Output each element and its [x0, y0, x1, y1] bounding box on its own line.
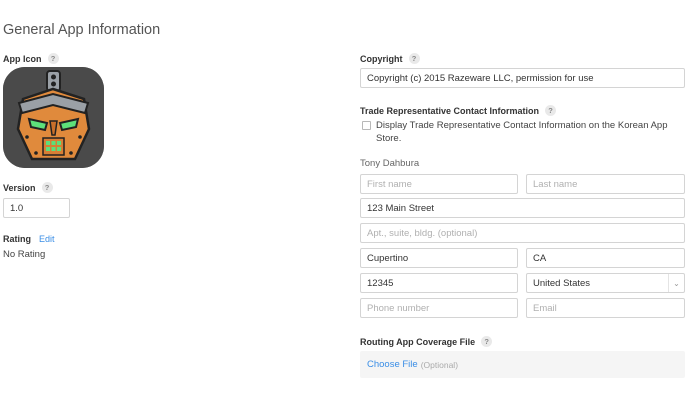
robot-app-icon-graphic — [3, 67, 104, 168]
question-mark-icon[interactable]: ? — [41, 182, 53, 193]
question-mark-icon[interactable]: ? — [408, 53, 420, 64]
routing-label: Routing App Coverage File ? — [360, 336, 493, 347]
question-mark-icon[interactable]: ? — [481, 336, 493, 347]
rating-label: Rating Edit — [3, 234, 55, 244]
trade-rep-checkbox-text-1: Display Trade Representative Contact Inf… — [376, 120, 668, 131]
routing-file-box[interactable]: Choose File (Optional) — [360, 351, 685, 378]
trade-rep-label: Trade Representative Contact Information… — [360, 105, 557, 116]
version-label: Version ? — [3, 182, 53, 193]
rating-edit-link[interactable]: Edit — [39, 234, 55, 244]
question-mark-icon[interactable]: ? — [47, 53, 59, 64]
rating-label-text: Rating — [3, 234, 31, 244]
trade-rep-checkbox[interactable] — [362, 121, 371, 130]
version-input[interactable]: 1.0 — [3, 198, 70, 218]
apt-input[interactable]: Apt., suite, bldg. (optional) — [360, 223, 685, 243]
routing-label-text: Routing App Coverage File — [360, 336, 476, 347]
trade-rep-checkbox-text-2: Store. — [376, 133, 402, 144]
page-title: General App Information — [3, 22, 161, 38]
choose-file-optional: (Optional) — [420, 359, 459, 370]
zip-input[interactable]: 12345 — [360, 273, 518, 293]
app-icon-label-text: App Icon — [3, 53, 42, 64]
last-name-input[interactable]: Last name — [526, 174, 685, 194]
app-icon-label: App Icon ? — [3, 53, 59, 64]
phone-input[interactable]: Phone number — [360, 298, 518, 318]
copyright-label: Copyright ? — [360, 53, 420, 64]
chevron-down-icon[interactable]: ⌄ — [668, 274, 684, 292]
trade-rep-checkbox-label[interactable]: Display Trade Representative Contact Inf… — [376, 119, 668, 145]
street-input[interactable]: 123 Main Street — [360, 198, 685, 218]
country-select-value: United States — [533, 277, 591, 289]
trade-rep-label-text: Trade Representative Contact Information — [360, 105, 540, 116]
copyright-label-text: Copyright — [360, 53, 403, 64]
version-label-text: Version — [3, 182, 36, 193]
state-input[interactable]: CA — [526, 248, 685, 268]
first-name-input[interactable]: First name — [360, 174, 518, 194]
robot-app-icon[interactable] — [3, 67, 104, 168]
contact-name: Tony Dahbura — [360, 158, 420, 169]
city-input[interactable]: Cupertino — [360, 248, 518, 268]
rating-value: No Rating — [3, 249, 46, 260]
question-mark-icon[interactable]: ? — [545, 105, 557, 116]
copyright-input[interactable]: Copyright (c) 2015 Razeware LLC, permiss… — [360, 68, 685, 88]
country-select[interactable]: United States ⌄ — [526, 273, 685, 293]
email-input[interactable]: Email — [526, 298, 685, 318]
choose-file-button[interactable]: Choose File — [367, 359, 418, 370]
